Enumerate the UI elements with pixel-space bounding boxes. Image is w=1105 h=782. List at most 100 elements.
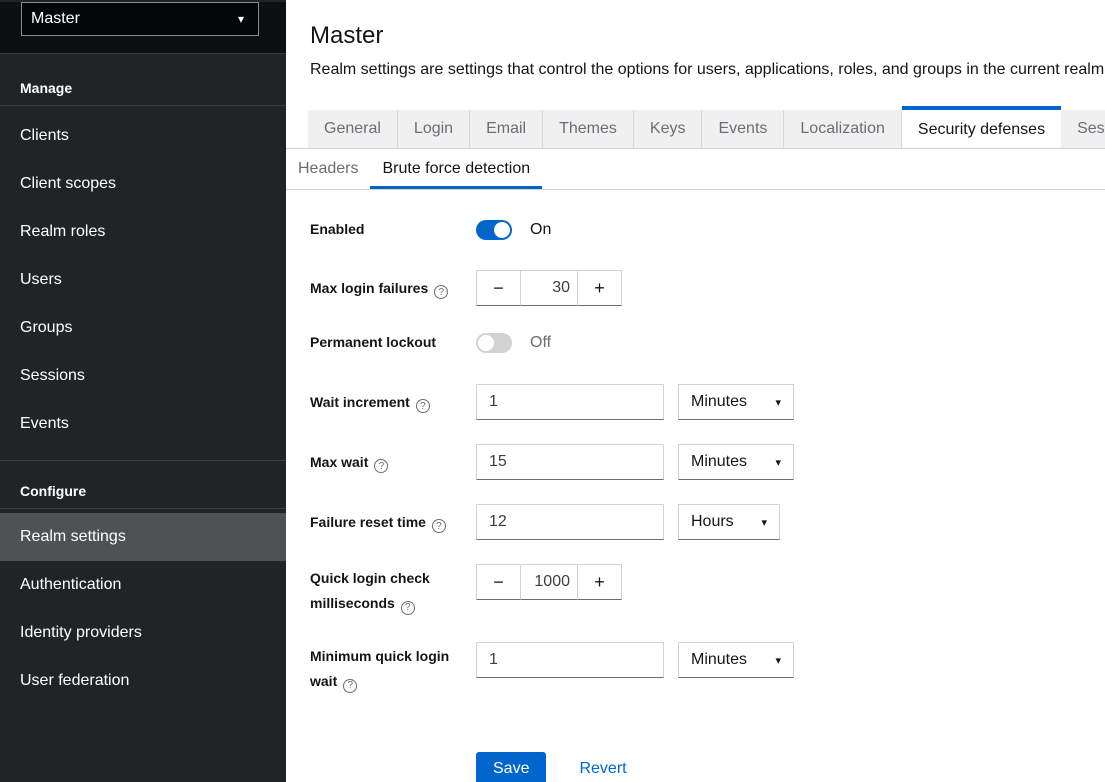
select-value: Minutes [691,651,747,669]
wait-increment-input[interactable] [476,384,664,420]
realm-selector[interactable]: Master ▾ [21,2,259,36]
sidebar-item-clients[interactable]: Clients [0,112,286,160]
sidebar-item-authentication[interactable]: Authentication [0,561,286,609]
tab-security-defenses[interactable]: Security defenses [902,106,1061,149]
minimum-quick-login-wait-input[interactable] [476,642,664,678]
sidebar-item-users[interactable]: Users [0,256,286,304]
chevron-down-icon: ▾ [238,12,244,26]
failure-reset-time-input[interactable] [476,504,664,540]
subtab-headers[interactable]: Headers [286,149,370,189]
quick-login-check-label-line1: Quick login check [310,566,476,591]
max-login-failures-stepper: − 30 + [476,270,622,306]
wait-increment-label-text: Wait increment [310,394,410,410]
sidebar-item-sessions[interactable]: Sessions [0,352,286,400]
subtab-bar: Headers Brute force detection [286,149,1105,190]
nav-section-configure-title: Configure [0,461,286,508]
form-actions: Save Revert [476,752,1105,782]
brute-force-detection-form: Enabled On Max login failures? − 30 + [286,190,1105,782]
tab-sessions[interactable]: Sessions [1061,110,1105,148]
plus-icon[interactable]: + [577,270,622,306]
max-wait-input[interactable] [476,444,664,480]
keycloak-admin-console: Master ▾ Manage Clients Client scopes Re… [0,0,1105,782]
toggle-knob [478,335,494,351]
wait-increment-label: Wait increment? [310,390,476,415]
enabled-toggle[interactable] [476,220,512,240]
chevron-down-icon: ▾ [775,456,781,469]
tab-bar: General Login Email Themes Keys Events L… [286,106,1105,149]
form-row-quick-login-check: Quick login check milliseconds? − 1000 + [310,564,1105,616]
max-login-failures-value[interactable]: 30 [520,270,578,306]
chevron-down-icon: ▾ [761,516,767,529]
tab-login[interactable]: Login [398,110,470,148]
sidebar-item-realm-roles[interactable]: Realm roles [0,208,286,256]
form-row-wait-increment: Wait increment? Minutes ▾ [310,384,1105,420]
form-row-enabled: Enabled On [310,217,1105,242]
permanent-lockout-state-label: Off [530,334,551,352]
tab-general[interactable]: General [308,110,398,148]
save-button[interactable]: Save [476,752,546,782]
select-value: Minutes [691,393,747,411]
sidebar-item-events[interactable]: Events [0,400,286,448]
failure-reset-time-label: Failure reset time? [310,510,476,535]
tab-keys[interactable]: Keys [634,110,703,148]
tab-localization[interactable]: Localization [784,110,902,148]
help-icon[interactable]: ? [416,399,430,413]
sidebar: Master ▾ Manage Clients Client scopes Re… [0,0,286,782]
max-login-failures-label: Max login failures? [310,276,476,301]
plus-icon[interactable]: + [577,564,622,600]
quick-login-check-value[interactable]: 1000 [520,564,578,600]
select-value: Hours [691,513,734,531]
max-wait-unit-select[interactable]: Minutes ▾ [678,444,794,480]
minimum-quick-login-wait-label-line2: wait [310,673,337,689]
help-icon[interactable]: ? [432,519,446,533]
tab-email[interactable]: Email [470,110,543,148]
enabled-state-label: On [530,221,551,239]
permanent-lockout-label-text: Permanent lockout [310,334,436,350]
wait-increment-unit-select[interactable]: Minutes ▾ [678,384,794,420]
sidebar-item-realm-settings[interactable]: Realm settings [0,513,286,561]
select-value: Minutes [691,453,747,471]
failure-reset-time-unit-select[interactable]: Hours ▾ [678,504,780,540]
help-icon[interactable]: ? [343,679,357,693]
permanent-lockout-toggle[interactable] [476,333,512,353]
form-row-failure-reset-time: Failure reset time? Hours ▾ [310,504,1105,540]
help-icon[interactable]: ? [434,285,448,299]
page-title: Master [310,22,1105,50]
permanent-lockout-label: Permanent lockout [310,330,476,355]
subtab-brute-force-detection[interactable]: Brute force detection [370,149,542,189]
page-description: Realm settings are settings that control… [310,61,1105,79]
tab-events[interactable]: Events [702,110,784,148]
enabled-label: Enabled [310,217,476,242]
sidebar-item-user-federation[interactable]: User federation [0,657,286,705]
max-wait-label-text: Max wait [310,454,368,470]
sidebar-item-identity-providers[interactable]: Identity providers [0,609,286,657]
quick-login-check-label-line2: milliseconds [310,595,395,611]
form-row-permanent-lockout: Permanent lockout Off [310,330,1105,355]
minimum-quick-login-wait-label-line1: Minimum quick login [310,644,476,669]
help-icon[interactable]: ? [374,459,388,473]
minimum-quick-login-wait-label: Minimum quick login wait? [310,642,476,694]
quick-login-check-label: Quick login check milliseconds? [310,564,476,616]
form-row-max-wait: Max wait? Minutes ▾ [310,444,1105,480]
nav-section-configure: Configure Realm settings Authentication … [0,460,286,717]
form-row-max-login-failures: Max login failures? − 30 + [310,270,1105,306]
sidebar-item-groups[interactable]: Groups [0,304,286,352]
quick-login-check-stepper: − 1000 + [476,564,622,600]
page-header: Master Realm settings are settings that … [286,0,1105,79]
nav-section-manage-title: Manage [0,54,286,105]
max-login-failures-label-text: Max login failures [310,280,428,296]
failure-reset-time-label-text: Failure reset time [310,514,426,530]
minimum-quick-login-wait-unit-select[interactable]: Minutes ▾ [678,642,794,678]
sidebar-item-client-scopes[interactable]: Client scopes [0,160,286,208]
realm-selector-value: Master [31,10,80,28]
minus-icon[interactable]: − [476,564,521,600]
tab-themes[interactable]: Themes [543,110,634,148]
minus-icon[interactable]: − [476,270,521,306]
nav-section-manage: Manage Clients Client scopes Realm roles… [0,53,286,460]
max-wait-label: Max wait? [310,450,476,475]
sidebar-top: Master ▾ [0,2,286,53]
chevron-down-icon: ▾ [775,654,781,667]
toggle-knob [494,222,510,238]
revert-button[interactable]: Revert [579,760,626,778]
help-icon[interactable]: ? [401,601,415,615]
